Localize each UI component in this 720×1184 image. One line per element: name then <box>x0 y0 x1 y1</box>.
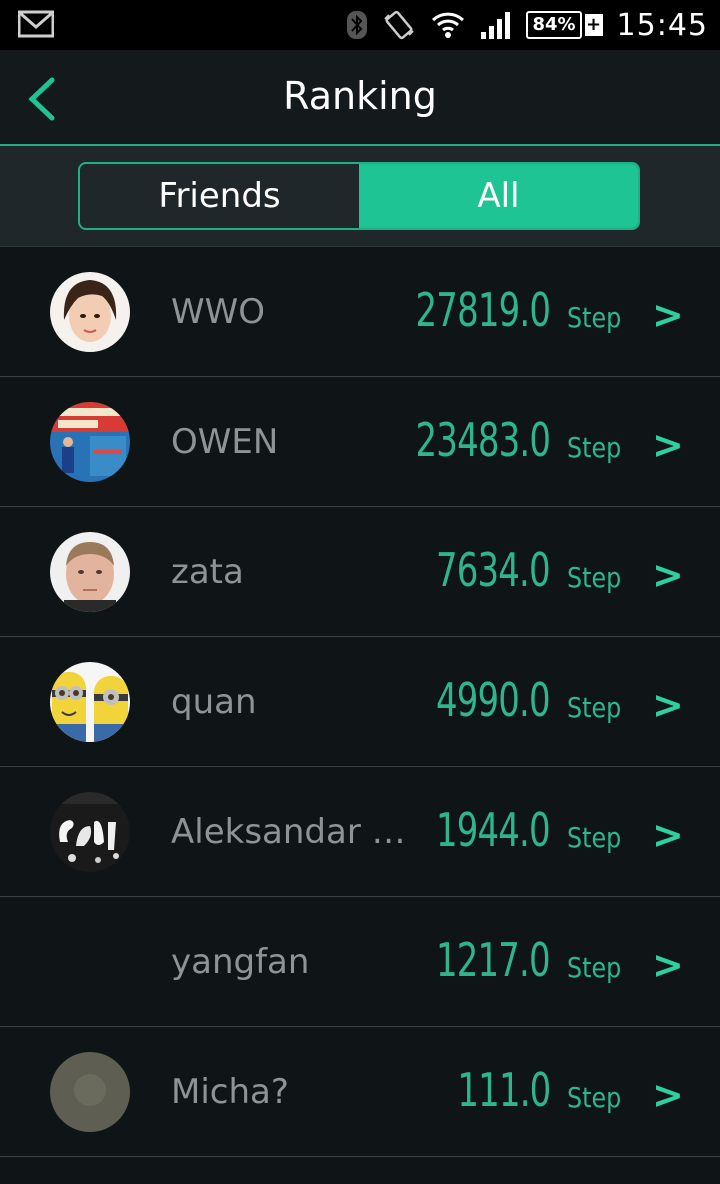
chevron-right-icon[interactable]: > <box>652 813 684 857</box>
segmented-control: Friends All <box>78 162 640 230</box>
vibrate-icon <box>384 10 415 40</box>
chevron-right-icon[interactable]: > <box>652 1073 684 1117</box>
user-name: WWO <box>171 292 265 332</box>
avatar <box>50 532 130 612</box>
step-unit: Step <box>567 1081 622 1114</box>
chevron-right-icon[interactable]: > <box>652 683 684 727</box>
user-name: zata <box>171 552 244 592</box>
clock: 15:45 <box>616 7 708 43</box>
step-unit: Step <box>567 431 622 464</box>
ranking-row[interactable]: WWO 27819.0 Step > <box>0 247 720 377</box>
user-name: yangfan <box>171 942 310 982</box>
charging-indicator: + <box>584 14 603 36</box>
battery-level: 84% <box>526 11 582 39</box>
user-name: OWEN <box>171 422 279 462</box>
step-unit: Step <box>567 951 622 984</box>
wifi-icon <box>432 12 465 38</box>
ranking-row[interactable]: Micha? 111.0 Step > <box>0 1027 720 1157</box>
ranking-list: WWO 27819.0 Step > OWEN 23483.0 Step > z… <box>0 247 720 1157</box>
user-name: Micha? <box>171 1072 289 1112</box>
step-count: 4990.0 <box>436 673 551 727</box>
signal-icon <box>481 12 511 39</box>
ranking-row[interactable]: zata 7634.0 Step > <box>0 507 720 637</box>
chevron-right-icon[interactable]: > <box>652 423 684 467</box>
tab-bar: Friends All <box>0 146 720 247</box>
step-count: 23483.0 <box>415 413 550 467</box>
avatar <box>50 402 130 482</box>
status-bar: 84% + 15:45 <box>0 0 720 50</box>
step-unit: Step <box>567 691 622 724</box>
tab-friends[interactable]: Friends <box>80 164 359 228</box>
battery-icon: 84% + <box>526 11 603 39</box>
avatar <box>50 662 130 742</box>
avatar <box>50 1052 130 1132</box>
page-title: Ranking <box>283 74 437 118</box>
gmail-icon <box>18 10 54 38</box>
step-count: 1217.0 <box>436 933 551 987</box>
user-name: quan <box>171 682 257 722</box>
ranking-row[interactable]: yangfan 1217.0 Step > <box>0 897 720 1027</box>
bluetooth-icon <box>347 11 368 39</box>
ranking-row[interactable]: quan 4990.0 Step > <box>0 637 720 767</box>
user-name: Aleksandar L... <box>171 812 421 852</box>
app-bar: Ranking <box>0 50 720 146</box>
tab-all[interactable]: All <box>359 164 638 228</box>
step-count: 1944.0 <box>436 803 551 857</box>
chevron-right-icon[interactable]: > <box>652 293 684 337</box>
ranking-row[interactable]: OWEN 23483.0 Step > <box>0 377 720 507</box>
chevron-right-icon[interactable]: > <box>652 943 684 987</box>
step-count: 27819.0 <box>415 283 550 337</box>
step-unit: Step <box>567 821 622 854</box>
ranking-row[interactable]: Aleksandar L... 1944.0 Step > <box>0 767 720 897</box>
step-count: 7634.0 <box>436 543 551 597</box>
step-unit: Step <box>567 561 622 594</box>
avatar <box>50 792 130 872</box>
avatar <box>50 272 130 352</box>
chevron-right-icon[interactable]: > <box>652 553 684 597</box>
step-unit: Step <box>567 301 622 334</box>
step-count: 111.0 <box>456 1063 551 1117</box>
